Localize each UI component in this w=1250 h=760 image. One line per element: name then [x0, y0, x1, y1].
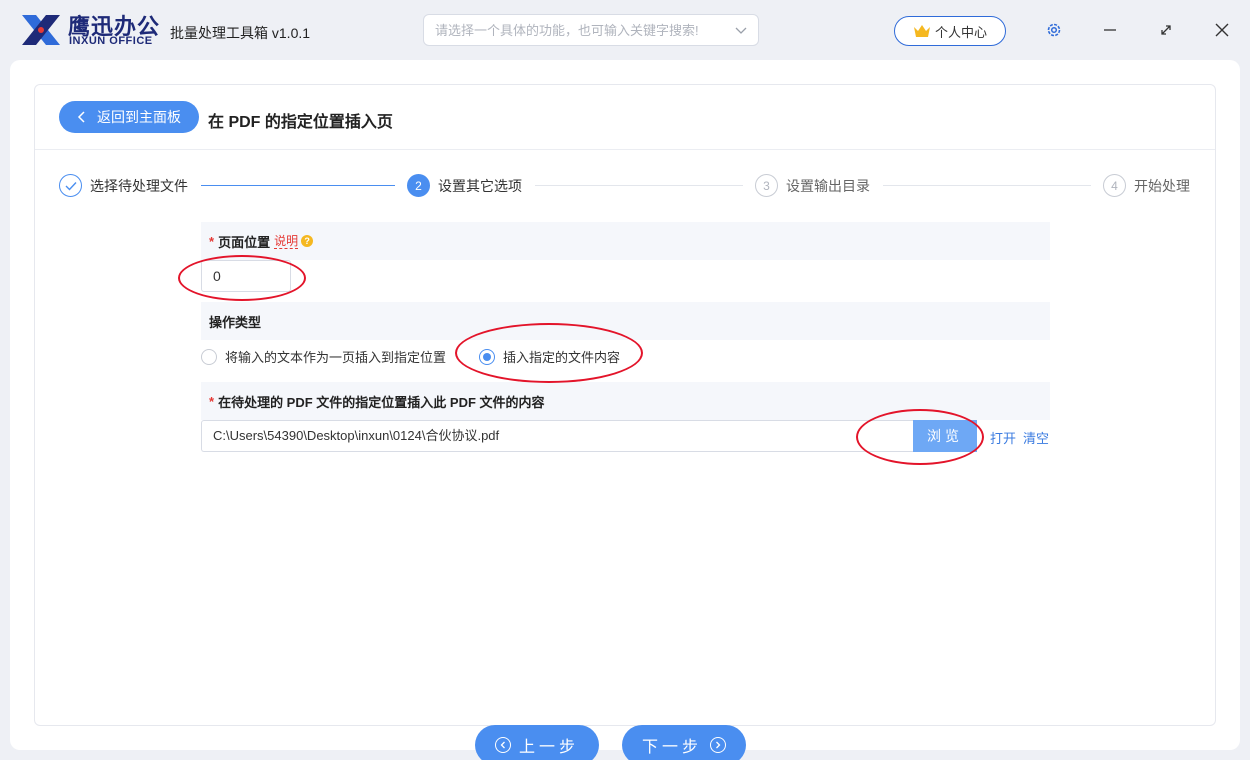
step-1: 选择待处理文件 — [59, 174, 188, 197]
check-icon — [59, 174, 82, 197]
next-step-button[interactable]: 下一步 — [622, 725, 746, 760]
chevron-left-circle-icon — [494, 737, 511, 753]
page-position-header: * 页面位置 说明 ? — [201, 222, 1050, 260]
chevron-right-circle-icon — [710, 737, 726, 753]
insert-file-label: 在待处理的 PDF 文件的指定位置插入此 PDF 文件的内容 — [218, 394, 545, 410]
required-mark: * — [209, 393, 215, 409]
minimize-button[interactable] — [1100, 20, 1120, 40]
back-label: 返回到主面板 — [97, 109, 181, 125]
gear-icon — [1047, 23, 1061, 37]
prev-label: 上一步 — [518, 739, 579, 756]
page-position-hint[interactable]: 说明 — [274, 234, 299, 249]
crown-icon — [913, 25, 930, 37]
insert-file-header: * 在待处理的 PDF 文件的指定位置插入此 PDF 文件的内容 — [201, 382, 1050, 420]
app-title: 批量处理工具箱 v1.0.1 — [170, 25, 311, 41]
step-4: 4 开始处理 — [1103, 174, 1190, 197]
back-to-main-button[interactable]: 返回到主面板 — [59, 101, 199, 133]
browse-button[interactable]: 浏览 — [913, 420, 977, 452]
chevron-left-icon — [77, 111, 85, 123]
radio-label: 将输入的文本作为一页插入到指定位置 — [225, 350, 447, 365]
next-label: 下一步 — [641, 739, 702, 756]
radio-button[interactable] — [479, 348, 495, 365]
step-connector — [535, 185, 743, 186]
radio-insert-file[interactable]: 插入指定的文件内容 — [479, 347, 620, 366]
open-link[interactable]: 打开 — [990, 428, 1016, 447]
minimize-icon — [1104, 29, 1116, 31]
required-mark: * — [209, 233, 215, 249]
step-label: 设置输出目录 — [786, 177, 870, 194]
radio-button[interactable] — [201, 348, 217, 365]
step-3: 3 设置输出目录 — [755, 174, 870, 197]
search-input[interactable] — [435, 15, 725, 45]
brand-name-en: INXUN OFFICE — [69, 35, 153, 47]
step-number: 3 — [755, 174, 778, 197]
step-connector — [201, 185, 395, 186]
step-label: 开始处理 — [1134, 177, 1190, 194]
step-connector — [883, 185, 1091, 186]
close-icon — [1215, 23, 1229, 37]
maximize-icon — [1161, 25, 1171, 35]
page-position-input[interactable]: 0 — [201, 260, 291, 292]
operation-type-label: 操作类型 — [209, 314, 262, 330]
page-title: 在 PDF 的指定位置插入页 — [208, 114, 393, 131]
step-label: 选择待处理文件 — [90, 177, 188, 194]
step-number: 2 — [407, 174, 430, 197]
clear-link[interactable]: 清空 — [1023, 428, 1049, 447]
content-panel: 返回到主面板 在 PDF 的指定位置插入页 选择待处理文件 2 设置其它选项 3… — [34, 84, 1216, 760]
step-label: 设置其它选项 — [438, 177, 522, 194]
close-button[interactable] — [1212, 20, 1232, 40]
file-path-input[interactable]: C:\Users\54390\Desktop\inxun\0124\合伙协议.p… — [201, 420, 913, 452]
operation-type-header: 操作类型 — [201, 302, 1050, 340]
user-center-button[interactable]: 个人中心 — [894, 16, 1006, 46]
step-number: 4 — [1103, 174, 1126, 197]
title-bar: 鹰迅办公 INXUN OFFICE 批量处理工具箱 v1.0.1 个人中心 — [0, 0, 1250, 60]
question-icon[interactable]: ? — [301, 235, 314, 247]
prev-step-button[interactable]: 上一步 — [475, 725, 599, 760]
user-center-label: 个人中心 — [934, 24, 987, 40]
settings-button[interactable] — [1044, 20, 1064, 40]
step-2: 2 设置其它选项 — [407, 174, 522, 197]
logo-x-icon — [22, 15, 60, 45]
radio-label: 插入指定的文件内容 — [503, 350, 621, 365]
page-position-label: 页面位置 — [218, 234, 271, 250]
chevron-down-icon[interactable] — [734, 23, 748, 37]
header-divider — [35, 149, 1215, 150]
maximize-button[interactable] — [1156, 20, 1176, 40]
main-card: 返回到主面板 在 PDF 的指定位置插入页 选择待处理文件 2 设置其它选项 3… — [10, 60, 1240, 760]
function-search[interactable] — [423, 14, 759, 46]
radio-insert-text[interactable]: 将输入的文本作为一页插入到指定位置 — [201, 347, 446, 366]
